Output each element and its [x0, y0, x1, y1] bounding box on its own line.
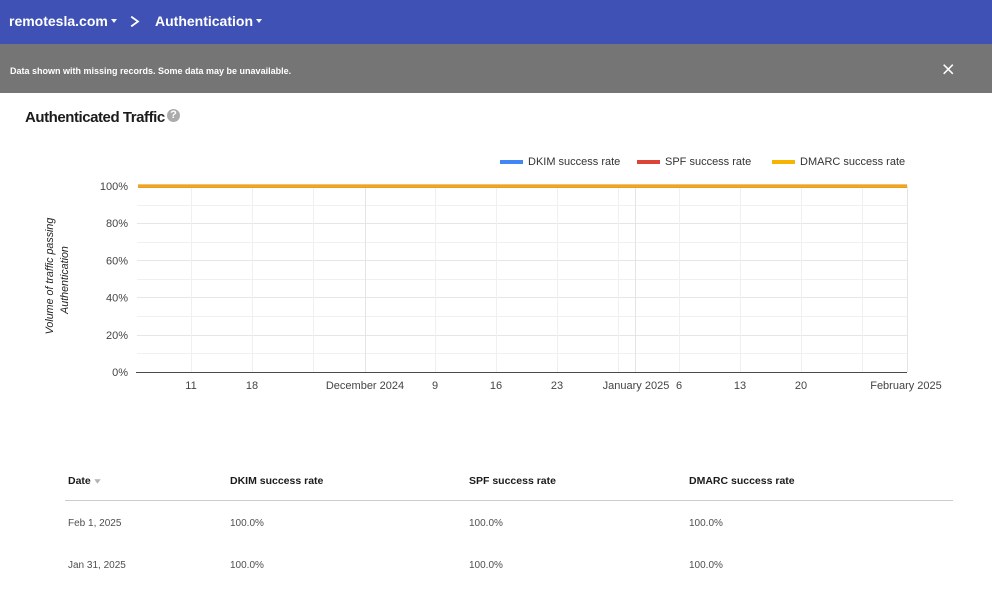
svg-text:13: 13: [734, 380, 746, 392]
svg-text:80%: 80%: [106, 218, 128, 230]
svg-text:18: 18: [246, 380, 258, 392]
svg-text:Volume of traffic passing: Volume of traffic passing: [44, 218, 56, 335]
svg-text:100%: 100%: [100, 181, 128, 193]
svg-text:11: 11: [185, 380, 196, 392]
svg-text:23: 23: [551, 380, 563, 392]
svg-text:December 2024: December 2024: [326, 380, 404, 392]
svg-text:20%: 20%: [106, 330, 128, 342]
svg-text:16: 16: [490, 380, 502, 392]
svg-text:February 2025: February 2025: [870, 380, 942, 392]
svg-text:20: 20: [795, 380, 807, 392]
svg-text:January 2025: January 2025: [603, 380, 670, 392]
svg-text:6: 6: [676, 380, 682, 392]
svg-text:60%: 60%: [106, 255, 128, 267]
svg-text:Authentication: Authentication: [59, 246, 71, 315]
svg-text:40%: 40%: [106, 293, 128, 305]
svg-text:9: 9: [432, 380, 438, 392]
svg-text:0%: 0%: [112, 367, 128, 379]
